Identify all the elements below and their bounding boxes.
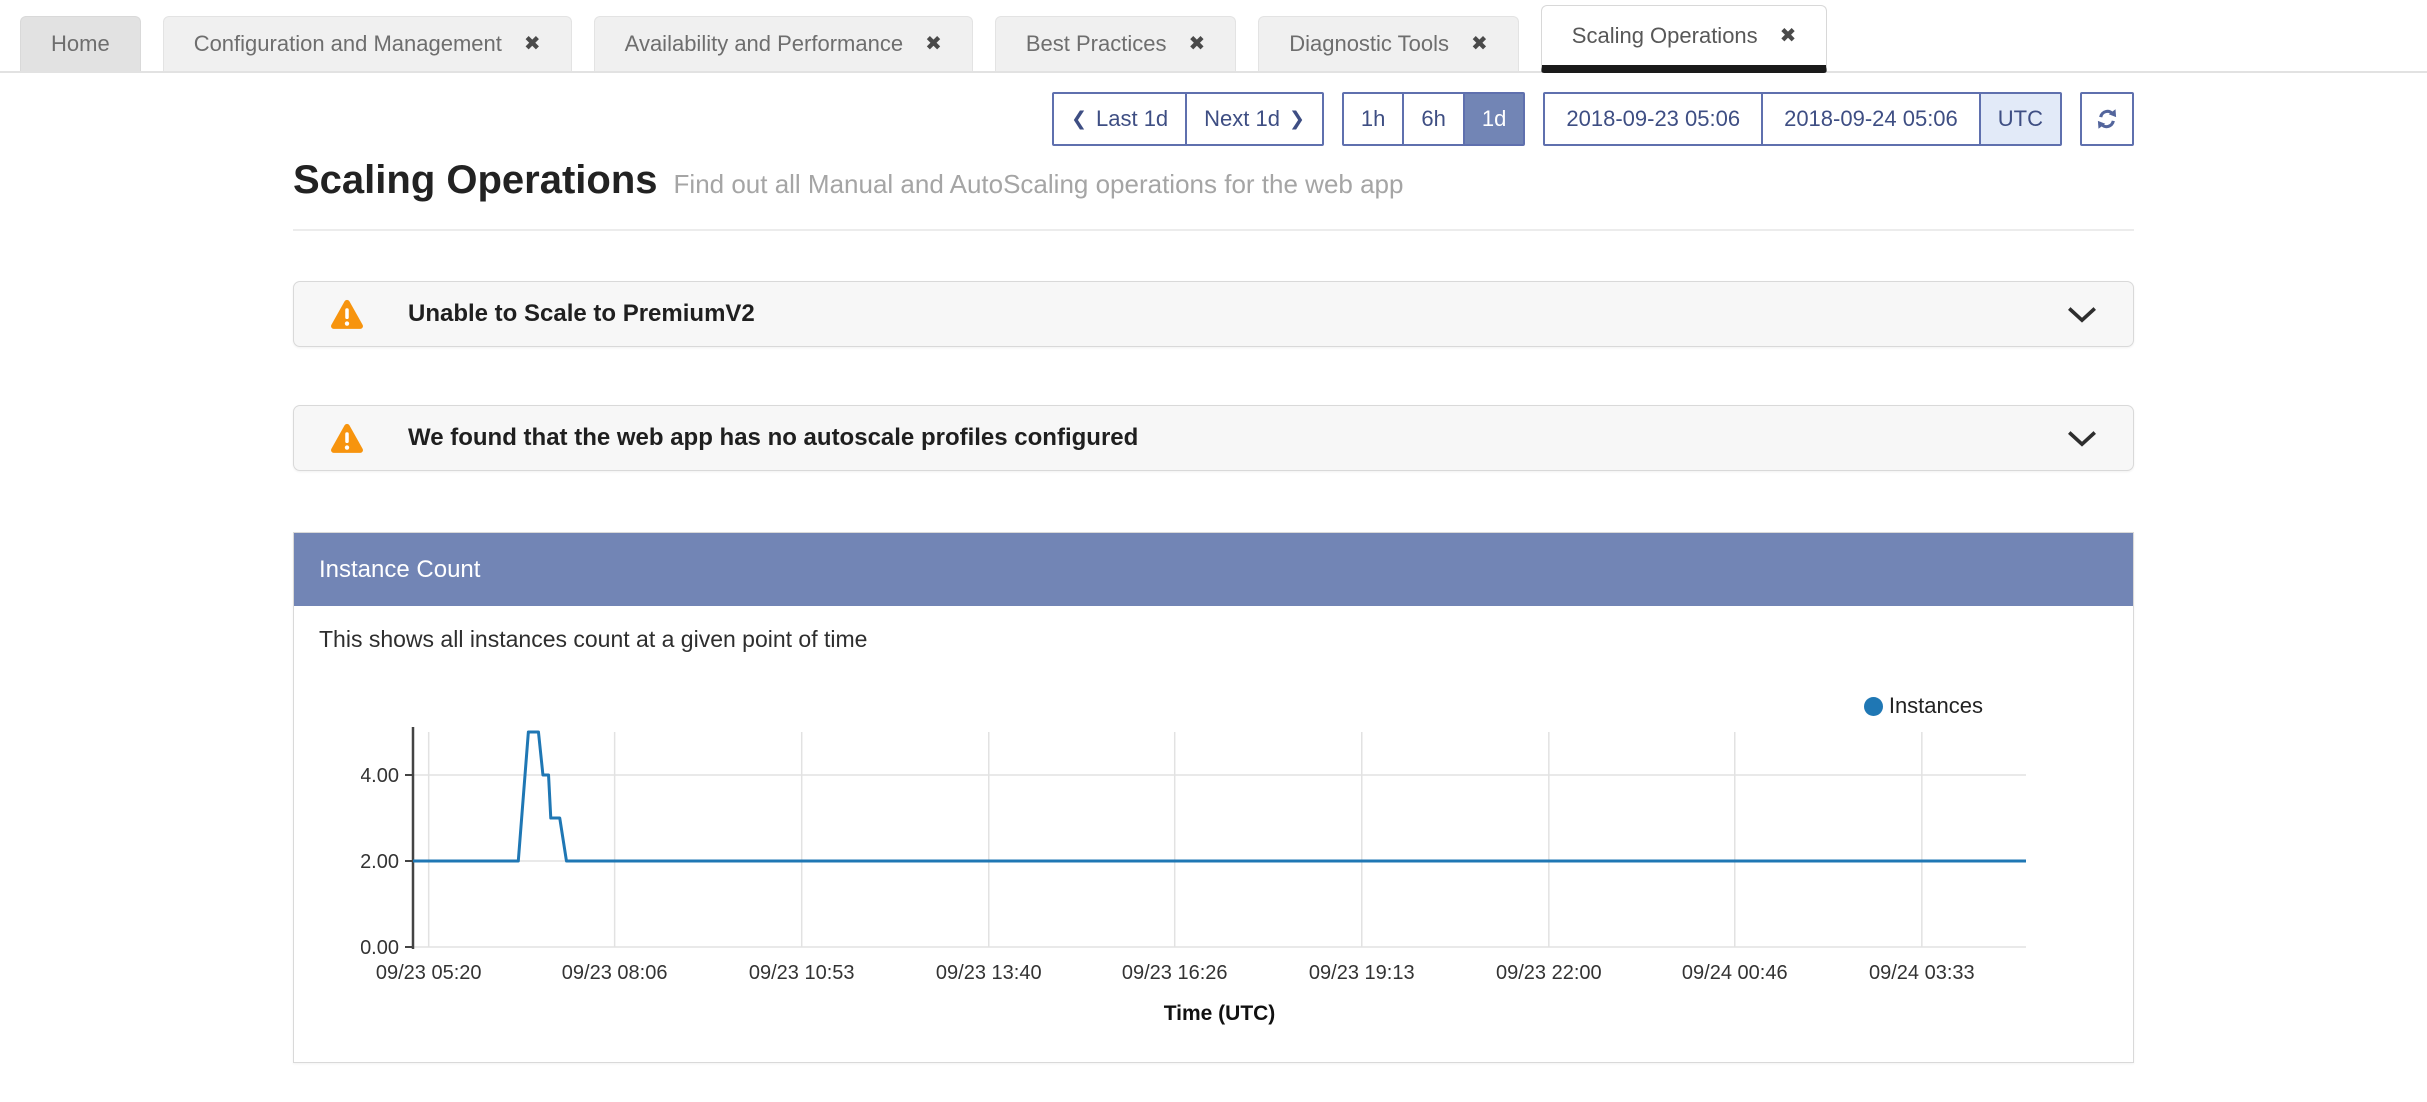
svg-text:09/23 19:13: 09/23 19:13: [1309, 962, 1415, 984]
prev-period-label: Last 1d: [1096, 106, 1168, 132]
chevron-left-icon: ❮: [1071, 108, 1087, 131]
prev-period-button[interactable]: ❮ Last 1d: [1054, 94, 1185, 144]
end-time-button[interactable]: 2018-09-24 05:06: [1761, 94, 1979, 144]
instance-count-chart: 09/23 05:20 09/23 08:06 09/23 10:53 09/23 1…: [361, 713, 2061, 1043]
tab-label: Home: [51, 31, 110, 57]
insight-unable-to-scale[interactable]: Unable to Scale to PremiumV2: [293, 281, 2134, 347]
duration-6h-button[interactable]: 6h: [1402, 94, 1462, 144]
insight-no-autoscale-profiles[interactable]: We found that the web app has no autosca…: [293, 405, 2134, 471]
close-icon[interactable]: ✖: [1780, 26, 1797, 46]
close-icon[interactable]: ✖: [1471, 34, 1488, 54]
tab-label: Best Practices: [1026, 31, 1167, 57]
svg-text:Time (UTC): Time (UTC): [1164, 1002, 1276, 1025]
expand-toggle[interactable]: [2067, 430, 2097, 447]
expand-toggle[interactable]: [2067, 306, 2097, 323]
instance-count-panel-header: Instance Count: [294, 533, 2133, 606]
tab-home[interactable]: Home: [20, 16, 141, 71]
next-period-label: Next 1d: [1204, 106, 1280, 132]
svg-text:09/23 22:00: 09/23 22:00: [1496, 962, 1602, 984]
tab-scaling-operations[interactable]: Scaling Operations ✖: [1541, 5, 1828, 73]
tab-label: Availability and Performance: [625, 31, 903, 57]
page-header: Scaling Operations Find out all Manual a…: [293, 158, 1403, 203]
svg-text:4.00: 4.00: [361, 765, 399, 787]
timezone-badge: UTC: [1979, 94, 2060, 144]
refresh-button[interactable]: [2080, 92, 2134, 146]
svg-text:09/23 16:26: 09/23 16:26: [1122, 962, 1228, 984]
page-subtitle: Find out all Manual and AutoScaling oper…: [674, 169, 1404, 200]
panel-title: Instance Count: [319, 556, 480, 584]
date-range-group: 2018-09-23 05:06 2018-09-24 05:06 UTC: [1543, 92, 2062, 146]
tab-availability-and-performance[interactable]: Availability and Performance ✖: [594, 16, 973, 71]
tab-label: Diagnostic Tools: [1289, 31, 1449, 57]
time-step-group: ❮ Last 1d Next 1d ❯: [1052, 92, 1324, 146]
close-icon[interactable]: ✖: [1188, 34, 1205, 54]
panel-description: This shows all instances count at a give…: [319, 626, 2133, 653]
page-title: Scaling Operations: [293, 158, 658, 203]
warning-icon: [330, 299, 364, 330]
svg-text:09/23 05:20: 09/23 05:20: [376, 962, 482, 984]
scaling-operations-page: { "tabs": { "items": [ { "label": "Home"…: [0, 0, 2427, 1102]
svg-text:09/23 08:06: 09/23 08:06: [562, 962, 668, 984]
svg-text:09/23 13:40: 09/23 13:40: [936, 962, 1042, 984]
tab-bar: Home Configuration and Management ✖ Avai…: [0, 0, 2427, 73]
tab-diagnostic-tools[interactable]: Diagnostic Tools ✖: [1258, 16, 1519, 71]
insight-title: We found that the web app has no autosca…: [408, 424, 1138, 452]
svg-text:09/23 10:53: 09/23 10:53: [749, 962, 855, 984]
header-divider: [293, 229, 2134, 231]
refresh-icon: [2093, 105, 2121, 133]
svg-text:09/24 03:33: 09/24 03:33: [1869, 962, 1975, 984]
tab-configuration-and-management[interactable]: Configuration and Management ✖: [163, 16, 572, 71]
insight-title: Unable to Scale to PremiumV2: [408, 300, 755, 328]
svg-text:09/24 00:46: 09/24 00:46: [1682, 962, 1788, 984]
svg-text:2.00: 2.00: [361, 851, 399, 873]
start-time-button[interactable]: 2018-09-23 05:06: [1545, 94, 1761, 144]
close-icon[interactable]: ✖: [524, 34, 541, 54]
duration-1h-button[interactable]: 1h: [1344, 94, 1402, 144]
time-range-toolbar: ❮ Last 1d Next 1d ❯ 1h 6h 1d 2018-09-23 …: [1052, 92, 2134, 146]
chevron-down-icon: [2067, 430, 2097, 447]
warning-icon: [330, 423, 364, 454]
close-icon[interactable]: ✖: [925, 34, 942, 54]
duration-group: 1h 6h 1d: [1342, 92, 1525, 146]
tab-label: Configuration and Management: [194, 31, 502, 57]
svg-text:0.00: 0.00: [361, 937, 399, 959]
instance-count-panel: Instance Count This shows all instances …: [293, 532, 2134, 1063]
chevron-down-icon: [2067, 306, 2097, 323]
next-period-button[interactable]: Next 1d ❯: [1185, 94, 1322, 144]
chevron-right-icon: ❯: [1289, 108, 1305, 131]
tab-best-practices[interactable]: Best Practices ✖: [995, 16, 1236, 71]
duration-1d-button[interactable]: 1d: [1463, 94, 1523, 144]
tab-label: Scaling Operations: [1572, 23, 1758, 49]
